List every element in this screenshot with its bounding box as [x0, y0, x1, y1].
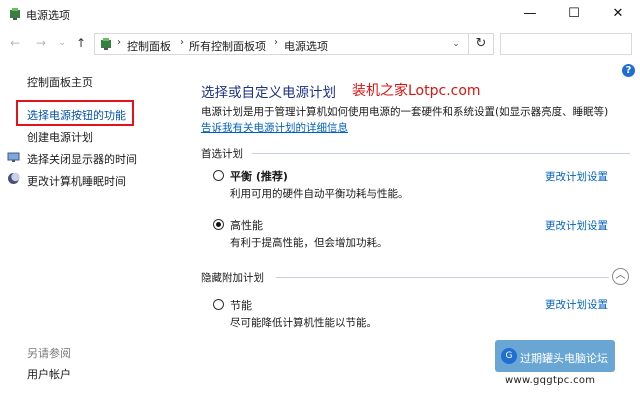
display-icon [7, 152, 20, 162]
sidebar-item-sleep-time[interactable]: 更改计算机睡眠时间 [27, 173, 126, 189]
watermark-text: 装机之家Lotpc.com [352, 83, 481, 99]
sidebar-item-user-accounts[interactable]: 用户帐户 [27, 366, 71, 382]
breadcrumb-separator-icon: › [117, 37, 121, 48]
plan-balanced-change-settings-link[interactable]: 更改计划设置 [545, 169, 608, 184]
sidebar-item-power-button[interactable]: 选择电源按钮的功能 [27, 107, 126, 123]
plan-power-saver-description: 尽可能降低计算机性能以节能。 [230, 317, 377, 329]
plan-high-performance-change-settings-link[interactable]: 更改计划设置 [545, 218, 608, 233]
plan-high-performance-description: 有利于提高性能，但会增加功耗。 [230, 237, 388, 249]
forward-arrow-icon[interactable]: → [36, 36, 46, 50]
plan-high-performance-name[interactable]: 高性能 [230, 217, 263, 233]
plan-power-saver-change-settings-link[interactable]: 更改计划设置 [545, 297, 608, 312]
breadcrumb-control-panel[interactable]: 控制面板 [127, 38, 171, 54]
plan-high-performance-radio[interactable] [213, 219, 224, 230]
breadcrumb-all-items[interactable]: 所有控制面板项 [189, 38, 266, 54]
collapse-chevron-up-icon[interactable]: ︿ [612, 268, 629, 285]
preferred-plans-heading: 首选计划 [201, 148, 243, 160]
close-button[interactable]: ✕ [596, 0, 640, 28]
help-icon[interactable]: ? [622, 64, 635, 77]
breadcrumb-separator-icon: › [180, 37, 184, 48]
back-arrow-icon[interactable]: ← [10, 36, 20, 50]
breadcrumb-power-options[interactable]: 电源选项 [284, 38, 328, 54]
section-divider [252, 153, 630, 154]
address-dropdown-chevron-icon[interactable]: ⌄ [446, 33, 466, 55]
hidden-plans-heading: 隐藏附加计划 [201, 272, 264, 284]
control-panel-icon [101, 38, 111, 50]
refresh-icon[interactable]: ↻ [468, 33, 494, 55]
page-title: 选择或自定义电源计划 [201, 85, 336, 101]
power-options-app-icon [10, 8, 20, 20]
site-logo-icon: G [501, 348, 517, 364]
minimize-button[interactable]: — [508, 0, 552, 28]
sidebar-item-control-panel-home[interactable]: 控制面板主页 [27, 74, 93, 90]
see-also-heading: 另请参阅 [27, 347, 71, 360]
plan-balanced-name[interactable]: 平衡 (推荐) [230, 168, 288, 184]
site-url-text: www.gqgtpc.com [505, 375, 596, 386]
recent-locations-chevron-icon[interactable]: ⌄ [58, 37, 66, 48]
plan-power-saver-name[interactable]: 节能 [230, 297, 252, 313]
search-input[interactable] [500, 33, 632, 55]
sidebar-item-create-plan[interactable]: 创建电源计划 [27, 129, 93, 145]
maximize-button[interactable]: ☐ [552, 0, 596, 28]
plan-balanced-radio[interactable] [213, 170, 224, 181]
breadcrumb-separator-icon: › [274, 37, 278, 48]
sleep-moon-icon [8, 172, 20, 184]
learn-more-link[interactable]: 告诉我有关电源计划的详细信息 [201, 120, 348, 135]
section-divider [276, 277, 609, 278]
site-badge-text: 过期罐头电脑论坛 [520, 352, 608, 365]
window-title: 电源选项 [26, 9, 70, 22]
up-arrow-icon[interactable]: ↑ [76, 36, 86, 50]
page-description: 电源计划是用于管理计算机如何使用电源的一套硬件和系统设置(如显示器亮度、睡眠等) [201, 106, 609, 118]
sidebar-item-display-off-time[interactable]: 选择关闭显示器的时间 [27, 151, 137, 167]
plan-power-saver-radio[interactable] [213, 299, 224, 310]
plan-balanced-description: 利用可用的硬件自动平衡功耗与性能。 [230, 188, 409, 200]
